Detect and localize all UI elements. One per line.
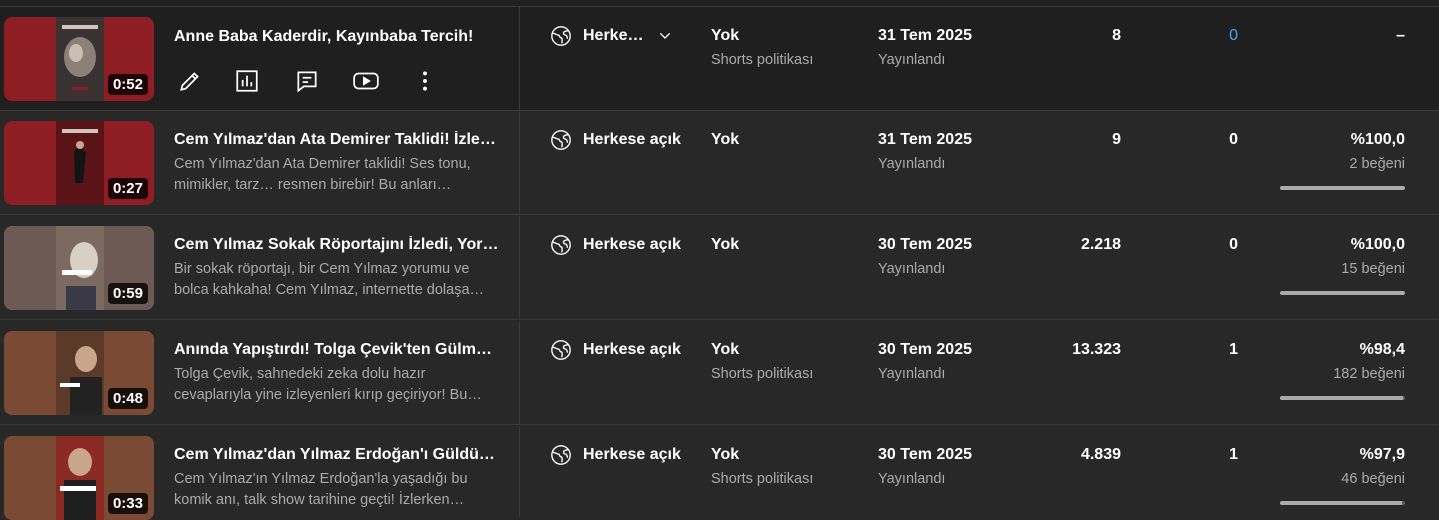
column-divider bbox=[519, 111, 520, 214]
video-description: Tolga Çevik, sahnedeki zeka dolu hazır c… bbox=[174, 366, 482, 403]
video-title[interactable]: Anne Baba Kaderdir, Kayınbaba Tercih! bbox=[174, 28, 500, 46]
publish-date: 30 Tem 2025 bbox=[878, 341, 972, 358]
likes-ratio: %98,4 bbox=[1359, 341, 1405, 358]
more-vert-icon[interactable] bbox=[409, 65, 441, 97]
likes-bar-fill bbox=[1280, 396, 1403, 400]
comments-count: 0 bbox=[1229, 236, 1238, 253]
table-row[interactable]: 0:52 Anne Baba Kaderdir, Kayınbaba Terci… bbox=[0, 7, 1439, 111]
likes-bar-fill bbox=[1280, 186, 1405, 190]
visibility-status: Herkese açık bbox=[550, 338, 681, 362]
restriction: Yok bbox=[711, 341, 740, 358]
likes-bar bbox=[1280, 501, 1405, 505]
restriction-detail[interactable]: Shorts politikası bbox=[711, 366, 813, 382]
globe-icon bbox=[551, 26, 571, 46]
publish-date: 31 Tem 2025 bbox=[878, 27, 972, 44]
publish-status: Yayınlandı bbox=[878, 261, 946, 277]
table-row[interactable]: 0:59 Cem Yılmaz Sokak Röportajını İzledi… bbox=[0, 216, 1439, 320]
visibility-label: Herkese açık bbox=[583, 236, 681, 253]
likes-bar-fill bbox=[1280, 501, 1403, 505]
globe-icon bbox=[551, 235, 571, 255]
restriction: Yok bbox=[711, 131, 740, 148]
comments-count: 1 bbox=[1229, 341, 1238, 358]
globe-icon bbox=[551, 130, 571, 150]
video-duration: 0:33 bbox=[107, 493, 148, 514]
column-divider bbox=[519, 426, 520, 517]
video-title[interactable]: Cem Yılmaz Sokak Röportajını İzledi, Yor… bbox=[174, 236, 500, 254]
visibility-status: Herkese açık bbox=[550, 128, 681, 152]
views-count: 13.323 bbox=[1072, 341, 1121, 358]
likes-ratio: – bbox=[1396, 27, 1405, 44]
video-description: Cem Yılmaz'ın Yılmaz Erdoğan'la yaşadığı… bbox=[174, 471, 468, 508]
restriction: Yok bbox=[711, 27, 740, 44]
video-duration: 0:48 bbox=[107, 388, 148, 409]
video-description: Bir sokak röportajı, bir Cem Yılmaz yoru… bbox=[174, 261, 485, 298]
restriction-detail[interactable]: Shorts politikası bbox=[711, 52, 813, 68]
visibility-label: Herkese açık bbox=[583, 131, 681, 148]
likes-bar-fill bbox=[1280, 291, 1405, 295]
likes-ratio: %100,0 bbox=[1350, 131, 1405, 148]
restriction-detail[interactable]: Shorts politikası bbox=[711, 471, 813, 487]
publish-date: 30 Tem 2025 bbox=[878, 236, 972, 253]
globe-icon bbox=[551, 445, 571, 465]
video-duration: 0:59 bbox=[107, 283, 148, 304]
youtube-play-icon[interactable] bbox=[350, 65, 382, 97]
video-title[interactable]: Cem Yılmaz'dan Yılmaz Erdoğan'ı Güldüren… bbox=[174, 446, 500, 464]
views-count: 2.218 bbox=[1080, 236, 1121, 253]
video-thumbnail[interactable]: 0:59 bbox=[4, 226, 154, 310]
publish-status: Yayınlandı bbox=[878, 156, 946, 172]
video-thumbnail[interactable]: 0:33 bbox=[4, 436, 154, 520]
column-divider bbox=[519, 7, 520, 110]
restriction: Yok bbox=[711, 446, 740, 463]
comments-icon[interactable] bbox=[291, 65, 323, 97]
table-row[interactable]: 0:27 Cem Yılmaz'dan Ata Demirer Taklidi!… bbox=[0, 111, 1439, 215]
publish-status: Yayınlandı bbox=[878, 471, 946, 487]
visibility-label: Herke… bbox=[583, 27, 644, 44]
video-duration: 0:27 bbox=[107, 178, 148, 199]
likes-count: 182 beğeni bbox=[1333, 366, 1405, 382]
video-description: Cem Yılmaz'dan Ata Demirer taklidi! Ses … bbox=[174, 156, 471, 193]
table-row[interactable]: 0:33 Cem Yılmaz'dan Yılmaz Erdoğan'ı Gül… bbox=[0, 426, 1439, 520]
video-duration: 0:52 bbox=[107, 74, 148, 95]
likes-bar bbox=[1280, 186, 1405, 190]
likes-count: 15 beğeni bbox=[1341, 261, 1405, 277]
views-count: 9 bbox=[1112, 131, 1121, 148]
video-thumbnail[interactable]: 0:27 bbox=[4, 121, 154, 205]
table-header-strip bbox=[0, 0, 1439, 7]
visibility-label: Herkese açık bbox=[583, 446, 681, 463]
likes-bar bbox=[1280, 396, 1405, 400]
publish-date: 31 Tem 2025 bbox=[878, 131, 972, 148]
video-title[interactable]: Cem Yılmaz'dan Ata Demirer Taklidi! İzle… bbox=[174, 131, 500, 149]
globe-icon bbox=[551, 340, 571, 360]
likes-bar bbox=[1280, 291, 1405, 295]
visibility-status: Herkese açık bbox=[550, 233, 681, 257]
chevron-down-icon[interactable] bbox=[657, 28, 673, 44]
comments-count: 1 bbox=[1229, 446, 1238, 463]
likes-count: 46 beğeni bbox=[1341, 471, 1405, 487]
publish-status: Yayınlandı bbox=[878, 52, 946, 68]
table-row[interactable]: 0:48 Anında Yapıştırdı! Tolga Çevik'ten … bbox=[0, 321, 1439, 425]
publish-date: 30 Tem 2025 bbox=[878, 446, 972, 463]
column-divider bbox=[519, 216, 520, 319]
video-title[interactable]: Anında Yapıştırdı! Tolga Çevik'ten Gülme… bbox=[174, 341, 500, 359]
views-count: 4.839 bbox=[1080, 446, 1121, 463]
likes-ratio: %97,9 bbox=[1359, 446, 1405, 463]
likes-count: 2 beğeni bbox=[1349, 156, 1405, 172]
video-thumbnail[interactable]: 0:48 bbox=[4, 331, 154, 415]
visibility-dropdown[interactable]: Herke… bbox=[550, 24, 673, 48]
visibility-label: Herkese açık bbox=[583, 341, 681, 358]
analytics-icon[interactable] bbox=[231, 65, 263, 97]
pencil-icon[interactable] bbox=[174, 65, 206, 97]
views-count: 8 bbox=[1112, 27, 1121, 44]
likes-ratio: %100,0 bbox=[1350, 236, 1405, 253]
restriction: Yok bbox=[711, 236, 740, 253]
comments-count[interactable]: 0 bbox=[1229, 27, 1238, 45]
publish-status: Yayınlandı bbox=[878, 366, 946, 382]
visibility-status: Herkese açık bbox=[550, 443, 681, 467]
column-divider bbox=[519, 321, 520, 424]
comments-count: 0 bbox=[1229, 131, 1238, 148]
video-thumbnail[interactable]: 0:52 bbox=[4, 17, 154, 101]
